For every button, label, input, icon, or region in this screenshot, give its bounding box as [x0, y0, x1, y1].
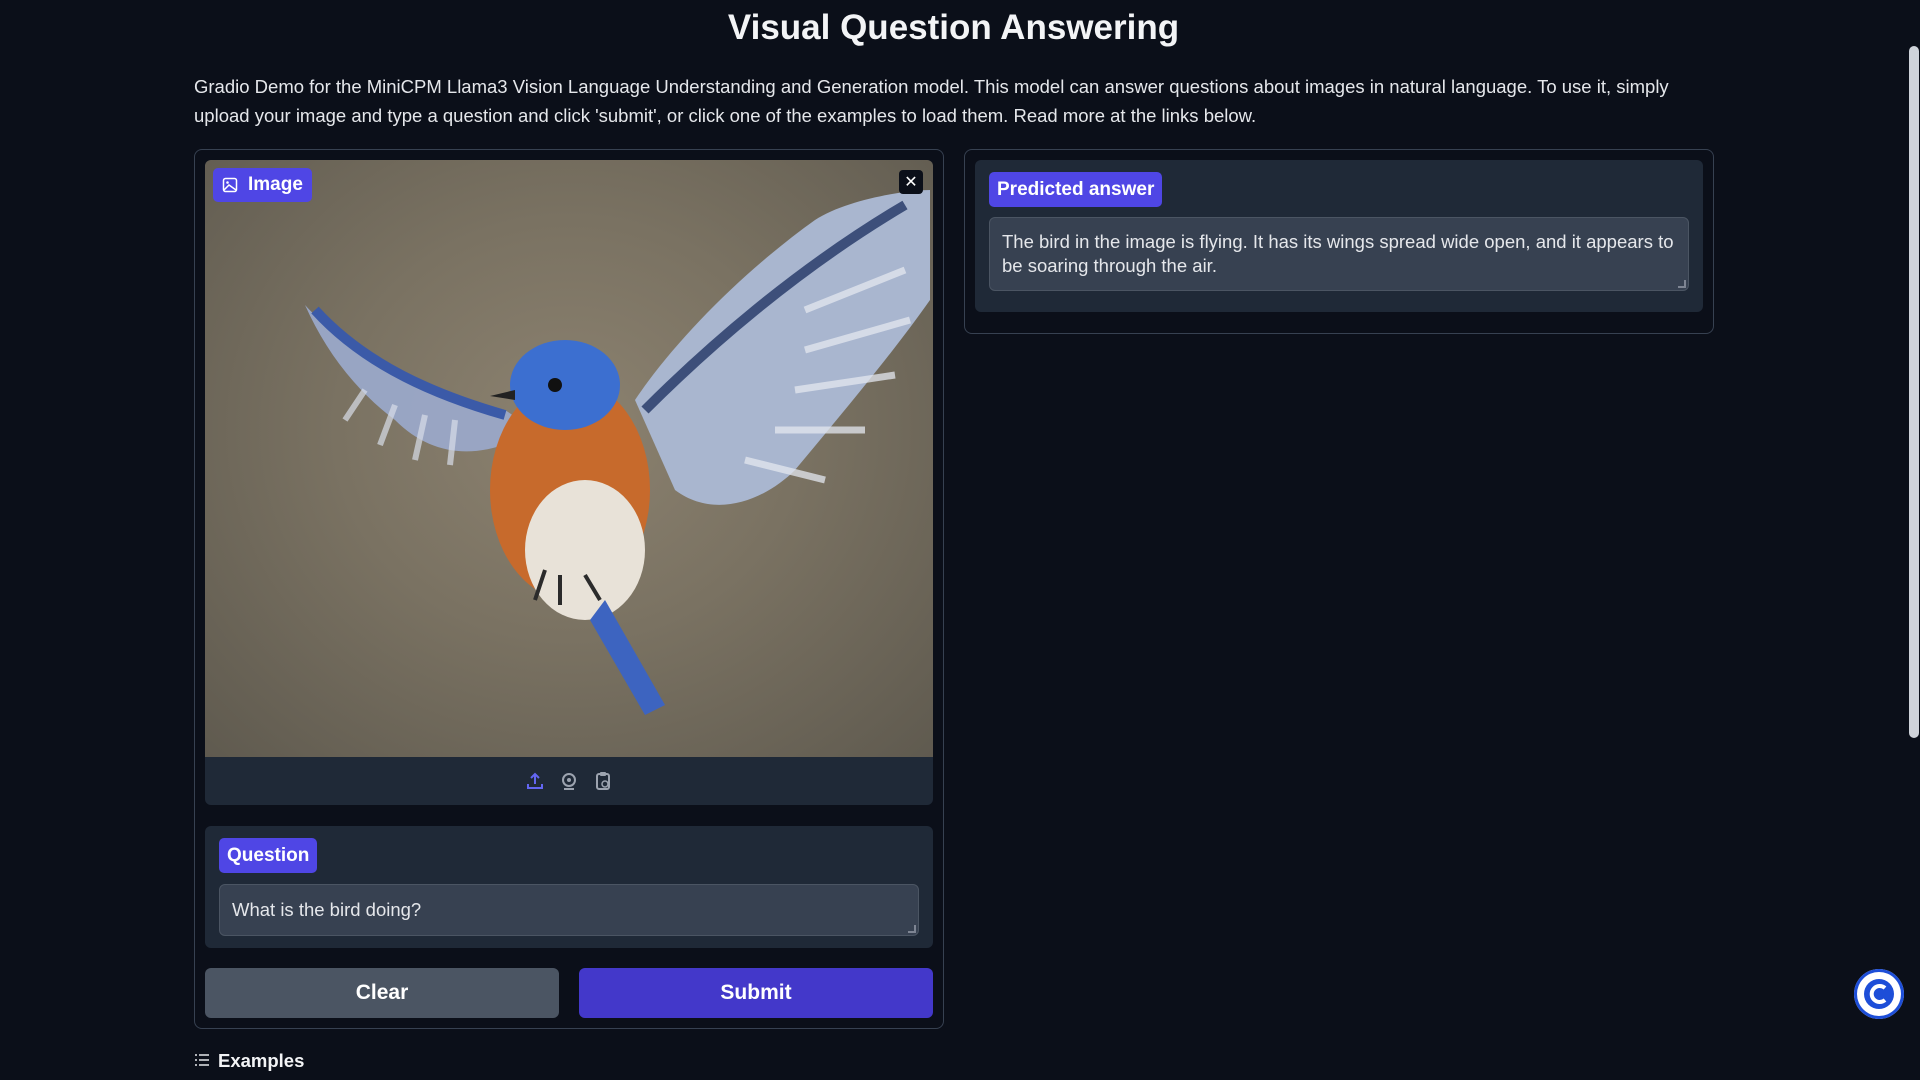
page-description: Gradio Demo for the MiniCPM Llama3 Visio…: [194, 76, 1669, 126]
resize-handle-icon[interactable]: [1678, 280, 1686, 288]
image-label-text: Image: [248, 174, 303, 195]
clear-button[interactable]: Clear: [205, 968, 559, 1018]
image-input[interactable]: Image ✕: [205, 160, 933, 805]
output-panel: Predicted answer The bird in the image i…: [964, 149, 1714, 334]
image-icon: [222, 177, 238, 193]
question-label: Question: [219, 838, 318, 873]
page-title: Visual Question Answering: [727, 8, 1180, 47]
answer-label: Predicted answer: [989, 172, 1163, 207]
answer-output[interactable]: The bird in the image is flying. It has …: [989, 217, 1689, 291]
input-panel: Image ✕ Question What is the bird doing?…: [194, 149, 944, 1029]
scrollbar-thumb[interactable]: [1909, 46, 1919, 738]
list-icon: [194, 1050, 210, 1072]
question-input-value: What is the bird doing?: [232, 899, 422, 920]
uploaded-image: [205, 160, 933, 757]
resize-handle-icon[interactable]: [908, 925, 916, 933]
bird-image: [305, 190, 930, 715]
question-input[interactable]: What is the bird doing?: [219, 884, 919, 936]
webcam-icon[interactable]: [558, 770, 580, 792]
examples-header[interactable]: Examples: [194, 1050, 304, 1072]
answer-field: Predicted answer The bird in the image i…: [975, 160, 1703, 312]
image-label: Image: [213, 168, 312, 202]
clear-image-button[interactable]: ✕: [899, 170, 923, 194]
submit-button[interactable]: Submit: [579, 968, 933, 1018]
clipboard-icon[interactable]: [592, 770, 614, 792]
close-icon: ✕: [904, 174, 918, 191]
image-source-bar: [205, 757, 933, 805]
question-field: Question What is the bird doing?: [205, 826, 933, 948]
scrollbar[interactable]: [1908, 0, 1920, 1080]
upload-icon[interactable]: [524, 770, 546, 792]
examples-label: Examples: [218, 1050, 305, 1071]
app-page: Visual Question Answering Gradio Demo fo…: [0, 0, 1920, 1080]
answer-text: The bird in the image is flying. It has …: [1002, 231, 1674, 276]
extension-badge-icon[interactable]: [1854, 969, 1904, 1019]
